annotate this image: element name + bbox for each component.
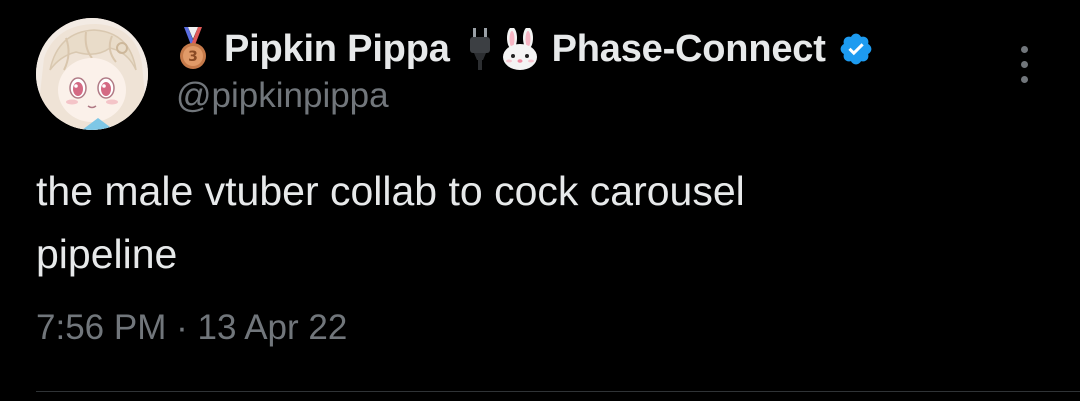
divider: [36, 391, 1080, 392]
tweet-timestamp[interactable]: 7:56 PM · 13 Apr 22: [36, 308, 347, 348]
author-name-row: 3 Pipkin Pippa Phase-Connect: [176, 24, 874, 74]
tweet-text: the male vtuber collab to cock carousel …: [36, 160, 1036, 286]
more-dot-icon: [1020, 60, 1028, 68]
avatar-illustration-icon: [36, 18, 148, 130]
tweet-text-line: the male vtuber collab to cock carousel: [36, 168, 745, 214]
tweet-date[interactable]: 13 Apr 22: [197, 308, 347, 347]
verified-badge-icon[interactable]: [838, 31, 874, 67]
display-name[interactable]: Pipkin Pippa: [224, 28, 450, 71]
plug-icon: [468, 28, 492, 70]
meta-separator: ·: [176, 308, 188, 347]
medal-icon: 3: [176, 27, 210, 71]
tweet-text-line: pipeline: [36, 231, 178, 277]
tweet: 3 Pipkin Pippa Phase-Connect @pipkinpipp…: [0, 0, 1080, 401]
svg-text:3: 3: [188, 49, 198, 65]
author-handle[interactable]: @pipkinpippa: [176, 76, 389, 116]
more-dot-icon: [1020, 45, 1028, 53]
avatar[interactable]: [36, 18, 148, 130]
tweet-time[interactable]: 7:56 PM: [36, 308, 166, 347]
more-options-button[interactable]: [1004, 40, 1044, 88]
more-dot-icon: [1020, 75, 1028, 83]
bunny-icon: [500, 28, 540, 70]
affiliation-name[interactable]: Phase-Connect: [552, 28, 826, 71]
